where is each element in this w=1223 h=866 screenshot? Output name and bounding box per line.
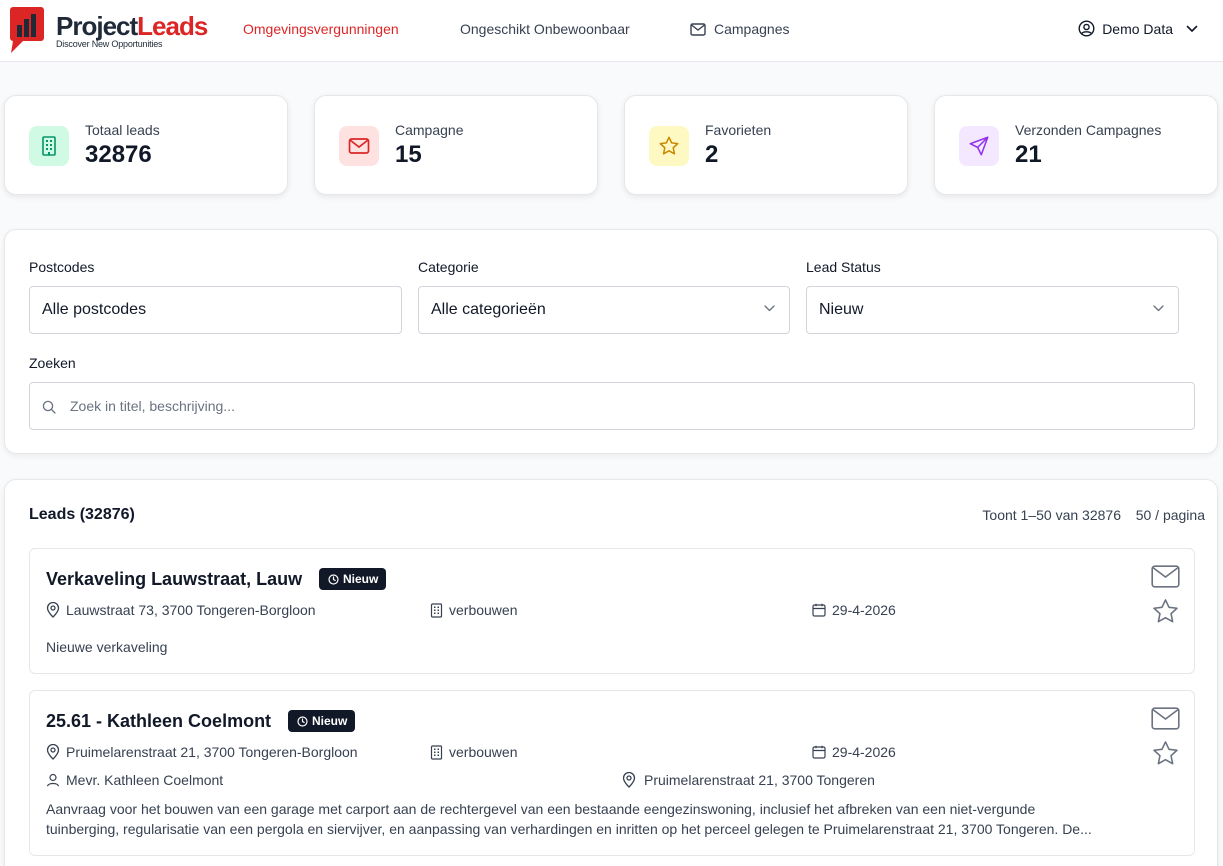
- user-icon: [46, 773, 60, 787]
- filter-panel: Postcodes Alle postcodes Categorie Alle …: [4, 229, 1218, 454]
- postcodes-input[interactable]: Alle postcodes: [29, 286, 402, 334]
- search-icon: [42, 400, 56, 414]
- building-icon: [430, 744, 443, 760]
- stat-label: Favorieten: [705, 122, 772, 138]
- star-icon[interactable]: [1151, 598, 1180, 626]
- lead-contact-address: Pruimelarenstraat 21, 3700 Tongeren: [622, 772, 875, 788]
- stat-value: 32876: [85, 141, 152, 168]
- stat-card-campagne: Campagne 15: [314, 95, 598, 195]
- stat-value: 2: [705, 141, 719, 168]
- lead-status-label: Lead Status: [806, 259, 881, 275]
- lead-description: Aanvraag voor het bouwen van een garage …: [46, 799, 1176, 839]
- lead-contact: Mevr. Kathleen Coelmont: [46, 772, 223, 788]
- lead-category: verbouwen: [430, 602, 518, 618]
- star-icon: [649, 126, 689, 166]
- star-icon[interactable]: [1151, 740, 1180, 768]
- status-badge-label: Nieuw: [343, 572, 379, 586]
- stat-label: Verzonden Campagnes: [1015, 122, 1162, 138]
- calendar-icon: [812, 603, 826, 617]
- user-circle-icon: [1078, 20, 1095, 37]
- nav-ongeschikt-onbewoonbaar[interactable]: Ongeschikt Onbewoonbaar: [460, 20, 630, 38]
- brand-name: ProjectLeads: [56, 11, 208, 41]
- chevron-down-icon: [764, 305, 775, 312]
- nav-omgevingsvergunningen[interactable]: Omgevingsvergunningen: [243, 20, 399, 38]
- building-icon: [29, 126, 69, 166]
- leads-range: Toont 1–50 van 32876: [982, 507, 1121, 523]
- clock-icon: [297, 715, 308, 727]
- postcodes-value: Alle postcodes: [42, 301, 147, 318]
- lead-description: Nieuwe verkaveling: [46, 639, 168, 655]
- chevron-down-icon: [1153, 305, 1164, 312]
- nav-campagnes[interactable]: Campagnes: [690, 20, 790, 38]
- lead-address: Lauwstraat 73, 3700 Tongeren-Borgloon: [46, 602, 316, 618]
- brand[interactable]: ProjectLeads Discover New Opportunities: [56, 11, 208, 49]
- lead-card[interactable]: Verkaveling Lauwstraat, Lauw Nieuw Lauws…: [29, 548, 1195, 674]
- clock-icon: [328, 573, 339, 585]
- leads-title: Leads (32876): [29, 506, 135, 523]
- categorie-label: Categorie: [418, 259, 479, 275]
- lead-contact-address-text: Pruimelarenstraat 21, 3700 Tongeren: [644, 772, 875, 788]
- lead-address-text: Pruimelarenstraat 21, 3700 Tongeren-Borg…: [66, 744, 358, 760]
- building-icon: [430, 602, 443, 618]
- lead-date-text: 29-4-2026: [832, 602, 896, 618]
- user-menu-label: Demo Data: [1102, 20, 1173, 37]
- lead-category-text: verbouwen: [449, 744, 518, 760]
- status-badge: Nieuw: [319, 568, 387, 590]
- stat-label: Campagne: [395, 122, 464, 138]
- stat-value: 21: [1015, 141, 1042, 168]
- mail-icon: [690, 22, 706, 36]
- lead-title[interactable]: Verkaveling Lauwstraat, Lauw: [46, 569, 302, 590]
- stat-value: 15: [395, 141, 422, 168]
- mail-icon: [339, 126, 379, 166]
- lead-card[interactable]: 25.61 - Kathleen Coelmont Nieuw Pruimela…: [29, 690, 1195, 856]
- stat-card-verzonden-campagnes: Verzonden Campagnes 21: [934, 95, 1218, 195]
- lead-status-value: Nieuw: [819, 301, 864, 318]
- lead-status-select[interactable]: Nieuw: [806, 286, 1179, 334]
- lead-date: 29-4-2026: [812, 602, 896, 618]
- logo-icon[interactable]: [9, 5, 45, 54]
- stat-card-favorieten: Favorieten 2: [624, 95, 908, 195]
- status-badge: Nieuw: [288, 710, 356, 732]
- lead-category-text: verbouwen: [449, 602, 518, 618]
- map-pin-icon: [46, 602, 60, 618]
- mail-icon[interactable]: [1151, 565, 1180, 588]
- top-navbar: ProjectLeads Discover New Opportunities …: [0, 0, 1223, 62]
- lead-date-text: 29-4-2026: [832, 744, 896, 760]
- chevron-down-icon: [1186, 25, 1198, 33]
- leads-panel: Leads (32876) Toont 1–50 van 32876 50 / …: [4, 479, 1218, 866]
- stat-card-totaal-leads: Totaal leads 32876: [4, 95, 288, 195]
- per-page-select[interactable]: 50 / pagina: [1136, 507, 1205, 523]
- map-pin-icon: [46, 744, 60, 760]
- map-pin-icon: [622, 772, 636, 788]
- lead-title[interactable]: 25.61 - Kathleen Coelmont: [46, 711, 271, 732]
- stat-label: Totaal leads: [85, 122, 160, 138]
- lead-category: verbouwen: [430, 744, 518, 760]
- categorie-value: Alle categorieën: [431, 301, 546, 318]
- send-icon: [959, 126, 999, 166]
- status-badge-label: Nieuw: [312, 714, 348, 728]
- mail-icon[interactable]: [1151, 707, 1180, 730]
- categorie-select[interactable]: Alle categorieën: [418, 286, 790, 334]
- lead-description-line-2: tuinberging, regularisatie van een pergo…: [46, 821, 1092, 837]
- zoeken-label: Zoeken: [29, 355, 76, 371]
- search-placeholder: Zoek in titel, beschrijving...: [70, 398, 235, 414]
- lead-address: Pruimelarenstraat 21, 3700 Tongeren-Borg…: [46, 744, 358, 760]
- user-menu[interactable]: Demo Data: [1078, 20, 1198, 37]
- lead-address-text: Lauwstraat 73, 3700 Tongeren-Borgloon: [66, 602, 316, 618]
- lead-description-line-1: Aanvraag voor het bouwen van een garage …: [46, 801, 1036, 817]
- search-input[interactable]: Zoek in titel, beschrijving...: [29, 382, 1195, 430]
- calendar-icon: [812, 745, 826, 759]
- lead-date: 29-4-2026: [812, 744, 896, 760]
- lead-contact-text: Mevr. Kathleen Coelmont: [66, 772, 224, 788]
- postcodes-label: Postcodes: [29, 259, 95, 275]
- nav-campagnes-label: Campagnes: [714, 21, 790, 37]
